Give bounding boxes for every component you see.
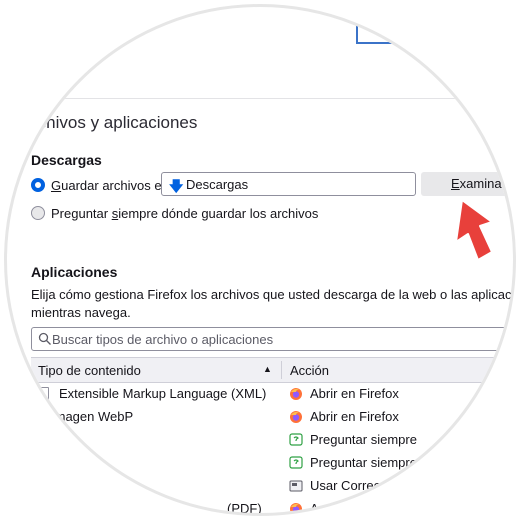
ask-always-radio[interactable] [31, 206, 45, 220]
action-value: Preguntar siempre [310, 455, 417, 470]
action-value: Abrir en Firefox [310, 386, 399, 401]
applications-description-line2: mientras navega. [31, 305, 131, 320]
firefox-icon [290, 411, 302, 423]
search-icon [38, 332, 51, 345]
action-value: Abrir en Firefox [310, 409, 399, 424]
table-row[interactable]: Preguntar siempre [31, 429, 513, 452]
downloads-heading: Descargas [31, 152, 102, 168]
ask-icon [289, 433, 303, 446]
content-type: (PDF) [227, 501, 262, 516]
search-placeholder: Buscar tipos de archivo o aplicaciones [52, 332, 274, 347]
action-value: Usar Correo ( [310, 478, 389, 493]
content-type: Extensible Markup Language (XML) [59, 386, 267, 401]
section-divider [7, 98, 513, 99]
table-row[interactable]: Imagen WebP Abrir en Firefox [31, 406, 513, 429]
magnifier-circle: rchivos y aplicaciones Descargas Guardar… [4, 4, 516, 516]
ask-icon [289, 456, 303, 469]
download-arrow-icon: 🡇 [169, 178, 184, 194]
action-value: A [310, 501, 319, 516]
browse-button[interactable]: Examinar... [421, 172, 513, 196]
download-folder-name: Descargas [186, 177, 249, 192]
firefox-icon [290, 388, 302, 400]
column-header-type[interactable]: Tipo de contenido [38, 363, 141, 378]
screenshot-stage: rchivos y aplicaciones Descargas Guardar… [0, 0, 520, 520]
firefox-icon [290, 503, 302, 513]
file-icon [38, 387, 49, 400]
save-files-label[interactable]: Guardar archivos en [51, 178, 169, 193]
red-arrow-pointer-icon [455, 200, 493, 261]
table-row[interactable]: Usar Correo ( [31, 475, 513, 498]
focused-field-corner[interactable] [356, 18, 418, 44]
preferences-pane: rchivos y aplicaciones Descargas Guardar… [7, 7, 515, 516]
ask-always-label[interactable]: Preguntar siempre dónde guardar los arch… [51, 206, 318, 221]
table-row[interactable]: Preguntar siempre [31, 452, 513, 475]
action-value: Preguntar siempre [310, 432, 417, 447]
section-title: rchivos y aplicaciones [32, 113, 198, 132]
search-input[interactable]: Buscar tipos de archivo o aplicaciones [31, 327, 513, 351]
table-row[interactable]: (PDF) A [31, 498, 513, 516]
applications-heading: Aplicaciones [31, 264, 118, 280]
mail-app-icon [289, 480, 303, 492]
save-files-radio[interactable] [31, 178, 45, 192]
content-type: Imagen WebP [51, 409, 134, 424]
applications-description-line1: Elija cómo gestiona Firefox los archivos… [31, 287, 515, 302]
download-folder-field[interactable]: 🡇 Descargas [161, 172, 416, 196]
sort-ascending-icon[interactable]: ▲ [263, 364, 272, 374]
table-header: Tipo de contenido ▲ Acción [31, 357, 513, 383]
column-header-action[interactable]: Acción [290, 363, 329, 378]
column-separator[interactable] [281, 361, 282, 379]
table-row[interactable]: Extensible Markup Language (XML) Abrir e… [31, 383, 513, 406]
